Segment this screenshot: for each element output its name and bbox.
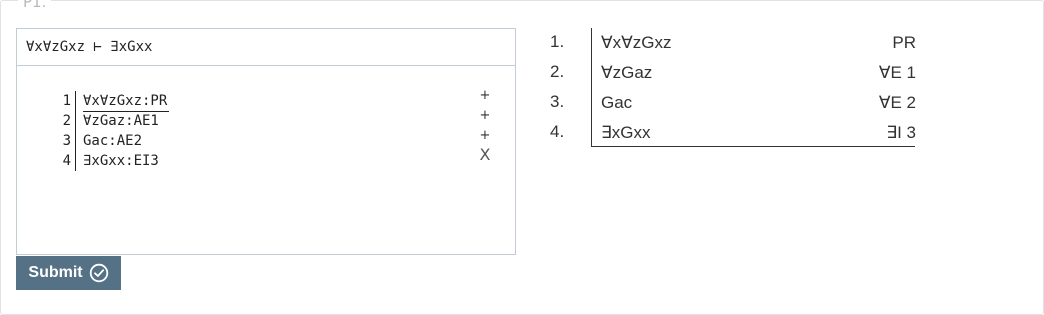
line-text[interactable]: ∃xGxx:EI3 (83, 151, 159, 171)
submit-label: Submit (28, 264, 83, 281)
proof-justification: PR (892, 33, 916, 52)
proof-row: 2. ∀zGaz ∀E 1 (540, 58, 920, 88)
status-mark: + (479, 128, 491, 143)
proof-row: 1. ∀x∀zGxz PR (540, 28, 920, 58)
proof-justification: ∀E 2 (878, 93, 916, 112)
editor-line[interactable]: 4 ∃xGxx:EI3 X (17, 145, 515, 171)
subproof-bar (75, 111, 76, 131)
proof-formula: Gac (601, 93, 633, 112)
status-mark: + (479, 108, 491, 123)
proof-formula: ∀zGaz (601, 63, 653, 82)
proof-line-number: 1. (550, 32, 565, 51)
proof-line-number: 2. (550, 62, 565, 81)
proof-justification: ∀E 1 (878, 63, 916, 82)
line-number: 4 (62, 153, 71, 169)
proof-formula: ∃xGxx (601, 123, 651, 142)
proof-formula: ∀x∀zGxz (601, 33, 672, 52)
proof-editor[interactable]: ∀x∀zGxz ⊢ ∃xGxx 1 ∀x∀zGxz:PR + 2 ∀zGaz:A… (16, 28, 516, 255)
editor-line[interactable]: 3 Gac:AE2 + (17, 128, 515, 151)
proof-line-number: 4. (550, 122, 565, 141)
line-text[interactable]: ∀x∀zGxz:PR (83, 91, 170, 112)
proof-justification: ∃I 3 (886, 123, 916, 142)
editor-line[interactable]: 2 ∀zGaz:AE1 + (17, 108, 515, 131)
line-text[interactable]: ∀zGaz:AE1 (83, 111, 159, 131)
editor-line[interactable]: 1 ∀x∀zGxz:PR + (17, 88, 515, 112)
line-text[interactable]: Gac:AE2 (83, 131, 142, 151)
proof-row: 3. Gac ∀E 2 (540, 88, 920, 118)
line-number: 3 (62, 133, 71, 149)
rendered-proof: 1. ∀x∀zGxz PR 2. ∀zGaz ∀E 1 3. Gac ∀E 2 … (540, 28, 920, 148)
proof-row: 4. ∃xGxx ∃I 3 (540, 118, 920, 148)
subproof-bar (75, 91, 76, 111)
status-mark: + (479, 88, 491, 103)
proof-line-number: 3. (550, 92, 565, 111)
problem-label: P1. (18, 0, 52, 11)
sequent-display: ∀x∀zGxz ⊢ ∃xGxx (17, 29, 515, 66)
line-number: 1 (62, 93, 71, 109)
submit-button[interactable]: Submit (16, 256, 121, 290)
subproof-bar (75, 131, 76, 151)
check-circle-icon (89, 263, 108, 283)
line-number: 2 (62, 113, 71, 129)
error-mark: X (479, 145, 491, 164)
subproof-bar (75, 151, 76, 171)
